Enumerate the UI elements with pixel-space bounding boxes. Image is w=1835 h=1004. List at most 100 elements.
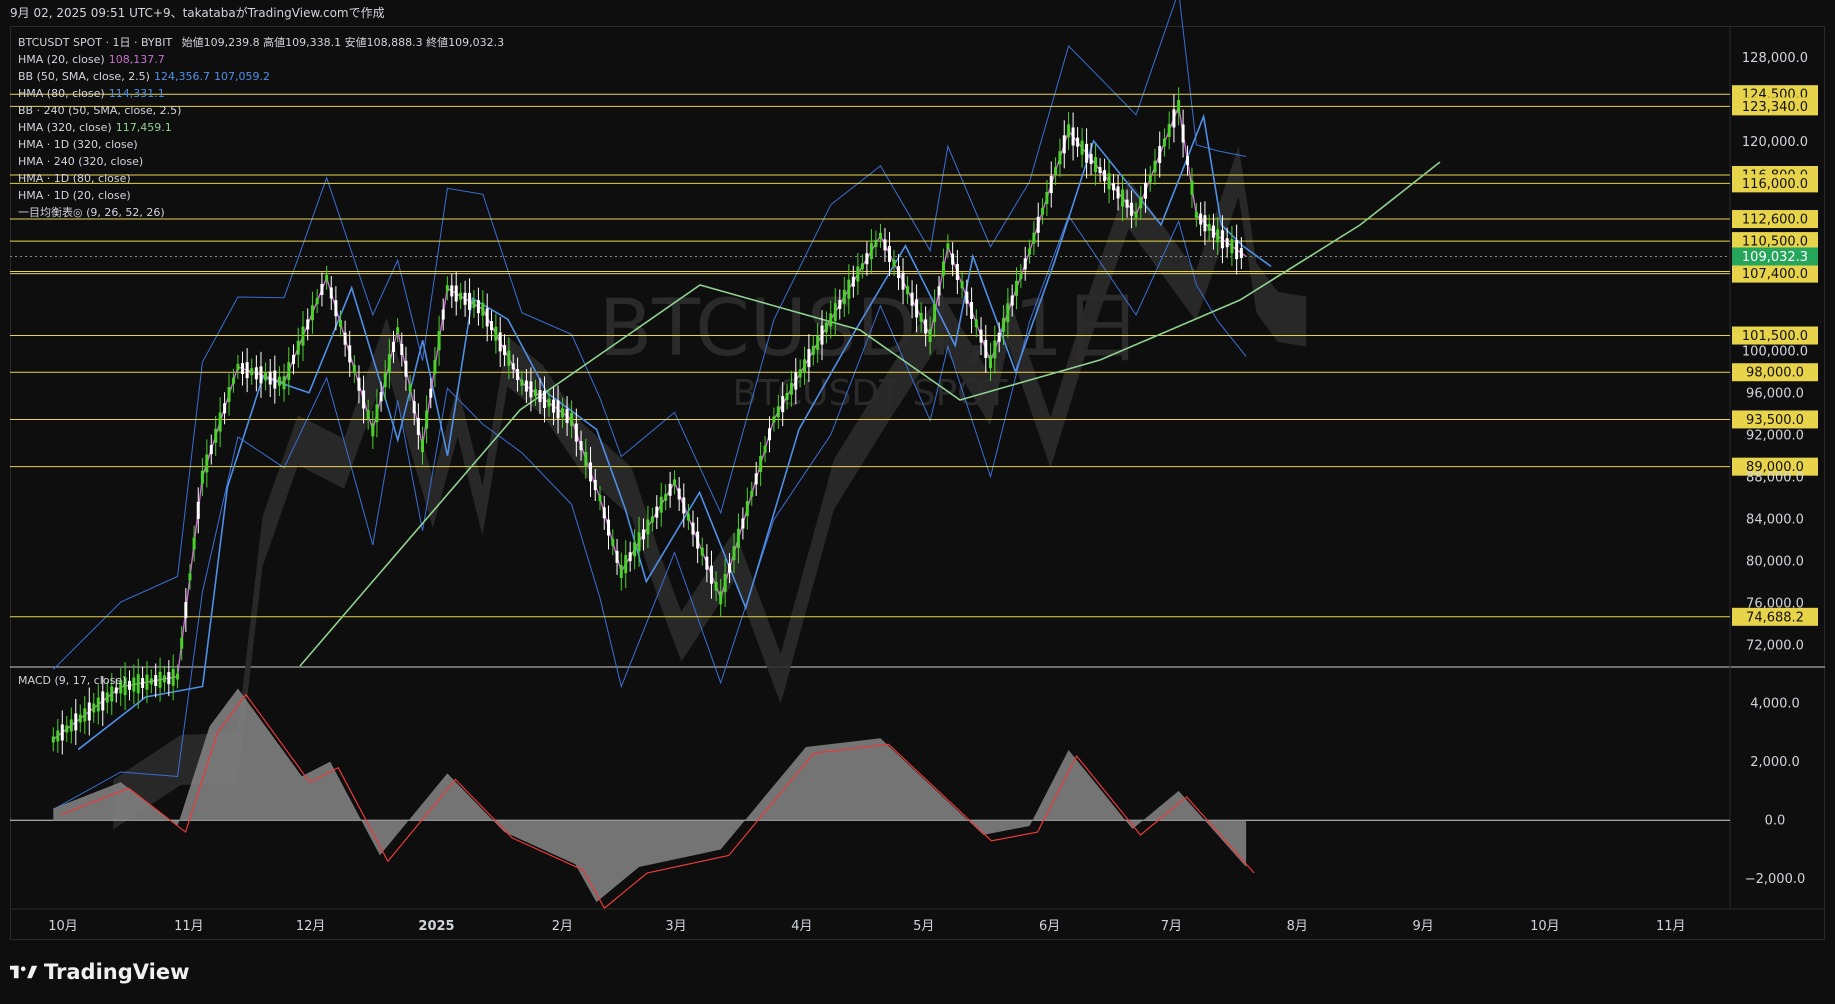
candle-body (768, 428, 772, 441)
candle-body (524, 380, 528, 392)
candle-body (552, 399, 556, 413)
candle-body (1085, 143, 1089, 163)
candle-body (196, 501, 200, 519)
x-tick-label: 3月 (665, 919, 686, 934)
low-value: 108,888.3 (366, 36, 423, 49)
last-price-label: 109,032.3 (1742, 250, 1808, 265)
indicator-row[interactable]: HMA · 1D (20, close) (18, 187, 504, 204)
indicator-row[interactable]: BB (50, SMA, close, 2.5) 124,356.7 107,059… (18, 68, 504, 85)
candle-body (736, 528, 740, 548)
candle-body (259, 366, 263, 384)
candle-body (901, 272, 905, 290)
candle-body (928, 329, 932, 343)
macd-label: MACD (9, 17, close) (18, 674, 127, 687)
candle-body (869, 243, 873, 260)
candle-body (476, 300, 480, 314)
tradingview-logo[interactable]: TradingView (10, 960, 189, 984)
indicator-row[interactable]: BB · 240 (50, SMA, close, 2.5) (18, 102, 504, 119)
candle-body (301, 326, 305, 346)
indicator-row[interactable]: HMA (320, close) 117,459.1 (18, 119, 504, 136)
symbol-line: BTCUSDT SPOT · 1日 · BYBIT 始値109,239.8 高値… (18, 34, 504, 51)
candle-body (1103, 170, 1107, 182)
candle-body (641, 529, 645, 540)
candle-body (1235, 240, 1239, 260)
candle-body (315, 298, 319, 305)
indicator-label: HMA (80, close) (18, 87, 105, 100)
candle-body (619, 565, 623, 579)
candle-body (759, 456, 763, 473)
candle-body (429, 388, 433, 398)
candle-body (1002, 318, 1006, 333)
candle-body (1177, 99, 1181, 113)
candle-body (709, 565, 713, 584)
candle-body (180, 637, 184, 649)
candle-body (878, 232, 882, 239)
candle-body (906, 286, 910, 295)
candle-body (974, 319, 978, 328)
indicator-row[interactable]: HMA · 240 (320, close) (18, 153, 504, 170)
candle-body (306, 319, 310, 330)
indicator-row[interactable]: 一目均衡表◎ (9, 26, 52, 26) (18, 204, 504, 221)
candle-body (485, 308, 489, 327)
indicator-row[interactable]: HMA (80, close) 114,331.1 (18, 85, 504, 102)
candle-body (141, 677, 145, 688)
y-tick-label: 72,000.0 (1746, 639, 1804, 654)
candle-body (789, 382, 793, 395)
candle-body (362, 390, 366, 409)
candle-body (171, 668, 175, 686)
candle-body (392, 341, 396, 352)
candle-body (101, 691, 105, 711)
candle-body (946, 243, 950, 250)
candle-body (472, 300, 476, 309)
candle-body (296, 340, 300, 355)
indicator-value: 114,331.1 (108, 87, 165, 100)
candle-body (338, 319, 342, 327)
macd-tick-label: 0.0 (1765, 814, 1786, 829)
candle-body (343, 332, 347, 345)
candle-body (357, 377, 361, 391)
candle-body (794, 372, 798, 390)
candle-body (664, 493, 668, 501)
candle-body (65, 725, 69, 733)
candle-body (750, 490, 754, 497)
candle-body (1203, 215, 1207, 232)
candle-body (1006, 303, 1010, 323)
candle-body (268, 371, 272, 385)
indicator-row[interactable]: HMA · 1D (320, close) (18, 136, 504, 153)
indicator-row[interactable]: HMA (20, close) 108,137.7 (18, 51, 504, 68)
indicator-label: HMA · 1D (20, close) (18, 189, 131, 202)
candle-body (772, 416, 776, 423)
candle-body (245, 362, 249, 379)
candle-body (682, 497, 686, 514)
candle-body (188, 573, 192, 581)
candle-body (584, 451, 588, 466)
x-tick-label: 10月 (48, 919, 78, 934)
indicator-row[interactable]: HMA · 1D (80, close) (18, 170, 504, 187)
candle-body (214, 428, 218, 443)
candle-body (416, 417, 420, 435)
candle-body (728, 563, 732, 573)
candle-body (1125, 199, 1129, 208)
level-label: 74,688.2 (1746, 610, 1804, 625)
tradingview-logo-icon (10, 965, 38, 979)
candle-body (897, 266, 901, 279)
candle-body (96, 697, 100, 712)
y-tick-label: 120,000.0 (1742, 135, 1808, 150)
candle-body (838, 300, 842, 310)
candle-body (570, 412, 574, 426)
candle-body (371, 423, 375, 437)
candle-body (1032, 232, 1036, 244)
candle-body (145, 674, 149, 690)
level-label: 112,600.0 (1742, 213, 1808, 228)
candle-body (705, 556, 709, 570)
x-tick-label: 5月 (913, 919, 934, 934)
candle-body (158, 671, 162, 688)
candle-body (745, 501, 749, 517)
candle-body (511, 363, 515, 370)
candle-body (598, 495, 602, 502)
candle-body (114, 687, 118, 694)
candle-body (547, 398, 551, 407)
indicator-label: HMA (320, close) (18, 121, 112, 134)
candle-body (520, 379, 524, 386)
candle-body (154, 675, 158, 687)
